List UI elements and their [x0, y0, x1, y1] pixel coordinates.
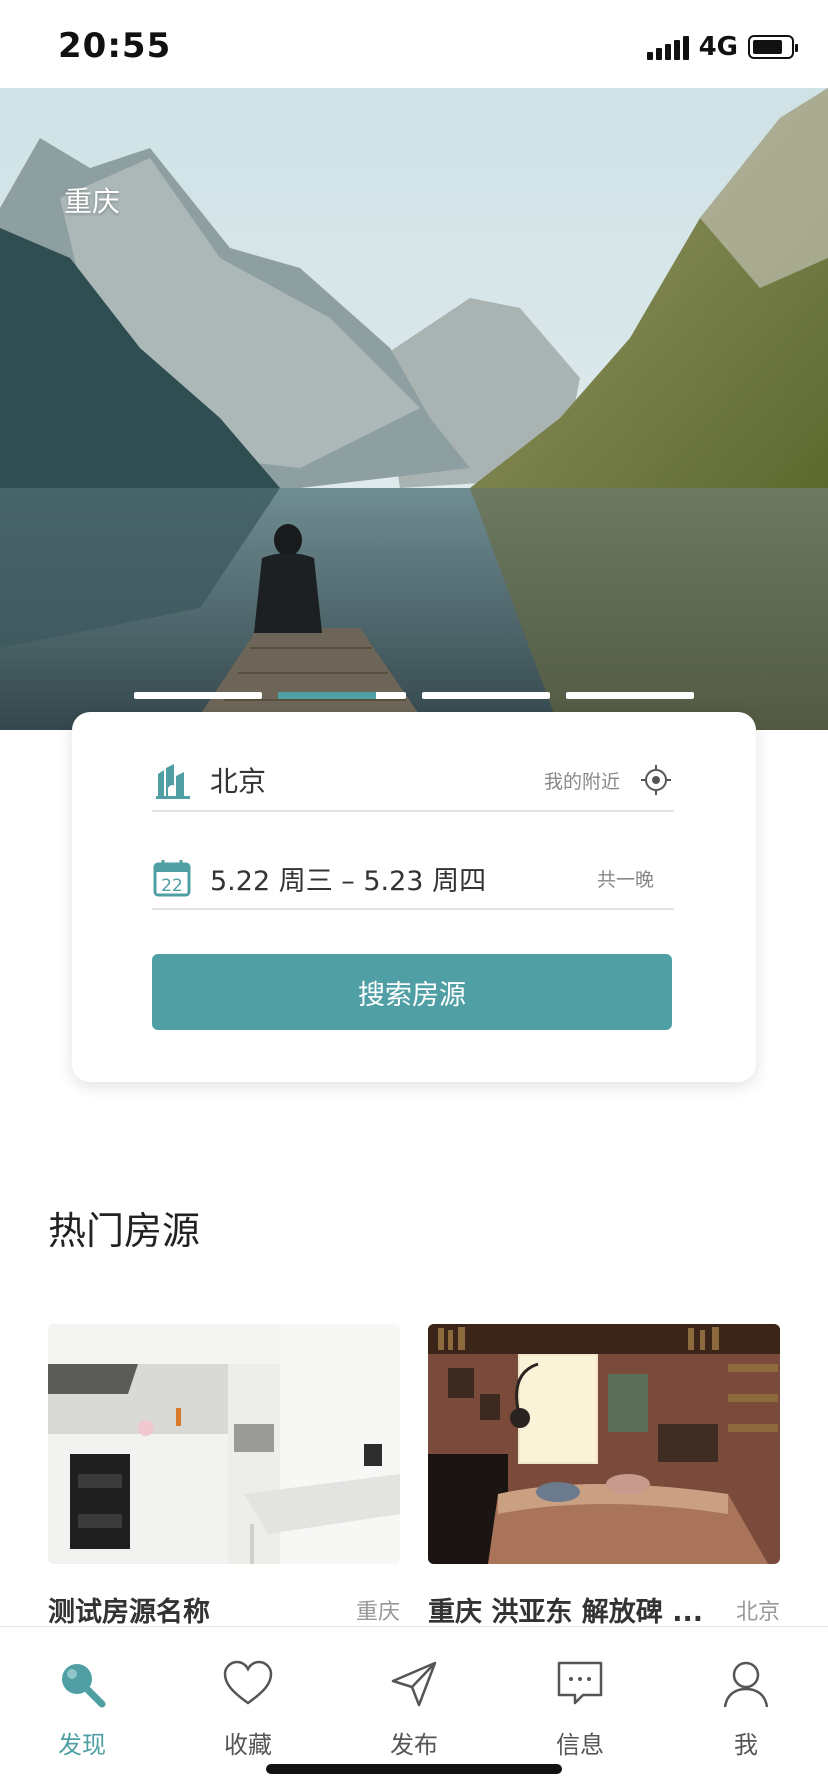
battery-icon [748, 35, 798, 59]
battery-level [753, 40, 782, 54]
section-title: 热门房源 [48, 1209, 201, 1253]
tab-label: 收藏 [224, 1731, 272, 1759]
listing-name: 重庆 洪亚东 解放碑 ... [428, 1597, 703, 1628]
nights-count: 共一晚 [596, 868, 654, 891]
tab-label: 信息 [556, 1731, 604, 1759]
carousel-indicator [134, 692, 694, 699]
date-range: 5.22 周三 – 5.23 周四 [210, 865, 487, 897]
search-icon [62, 1664, 106, 1708]
city-value: 北京 [210, 765, 267, 798]
heart-icon [223, 1660, 273, 1705]
listing-city: 北京 [735, 1599, 780, 1625]
city-selector[interactable]: 北京 我的附近 [152, 750, 674, 812]
listing-city: 重庆 [355, 1599, 400, 1625]
calendar-icon: 22 [153, 860, 191, 897]
listing-name: 测试房源名称 [48, 1597, 210, 1628]
locate-icon[interactable] [640, 764, 672, 796]
status-bar: 20:55 4G [0, 0, 828, 88]
listing-photo [428, 1324, 780, 1564]
tab-me[interactable]: 我 [686, 1657, 806, 1760]
tab-favorites[interactable]: 收藏 [188, 1657, 308, 1760]
date-selector[interactable]: 22 5.22 周三 – 5.23 周四 共一晚 [152, 848, 674, 910]
tab-label: 发布 [390, 1731, 438, 1759]
tab-messages[interactable]: 信息 [520, 1657, 640, 1760]
carousel-dot-active[interactable] [278, 692, 406, 699]
listing-card[interactable]: 测试房源名称 重庆 [48, 1324, 400, 1629]
city-buildings-icon [156, 764, 190, 799]
carousel-dot[interactable] [566, 692, 694, 699]
nearby-link[interactable]: 我的附近 [544, 767, 620, 794]
message-icon [557, 1661, 603, 1705]
hero-city-label: 重庆 [64, 185, 121, 218]
status-time: 20:55 [58, 26, 172, 66]
hero-image [0, 88, 828, 730]
tab-label: 我 [734, 1731, 758, 1759]
tab-discover[interactable]: 发现 [22, 1657, 142, 1760]
status-indicators: 4G [646, 32, 798, 62]
carousel-dot[interactable] [422, 692, 550, 699]
listing-photo [48, 1324, 400, 1564]
tab-label: 发现 [58, 1731, 106, 1759]
signal-icon [646, 34, 689, 60]
home-indicator [266, 1764, 562, 1774]
send-icon [391, 1661, 437, 1707]
carousel-dot[interactable] [134, 692, 262, 699]
hero-banner[interactable]: 重庆 [0, 88, 828, 730]
search-button[interactable]: 搜索房源 [152, 954, 672, 1030]
search-card: 北京 我的附近 22 5.22 周三 – 5.23 周四 共一晚 搜索房源 [72, 712, 756, 1082]
calendar-day: 22 [161, 876, 183, 896]
network-type: 4G [698, 32, 738, 62]
tab-publish[interactable]: 发布 [354, 1657, 474, 1760]
listing-card[interactable]: 重庆 洪亚东 解放碑 ... 北京 [428, 1324, 780, 1629]
user-icon [723, 1661, 769, 1708]
